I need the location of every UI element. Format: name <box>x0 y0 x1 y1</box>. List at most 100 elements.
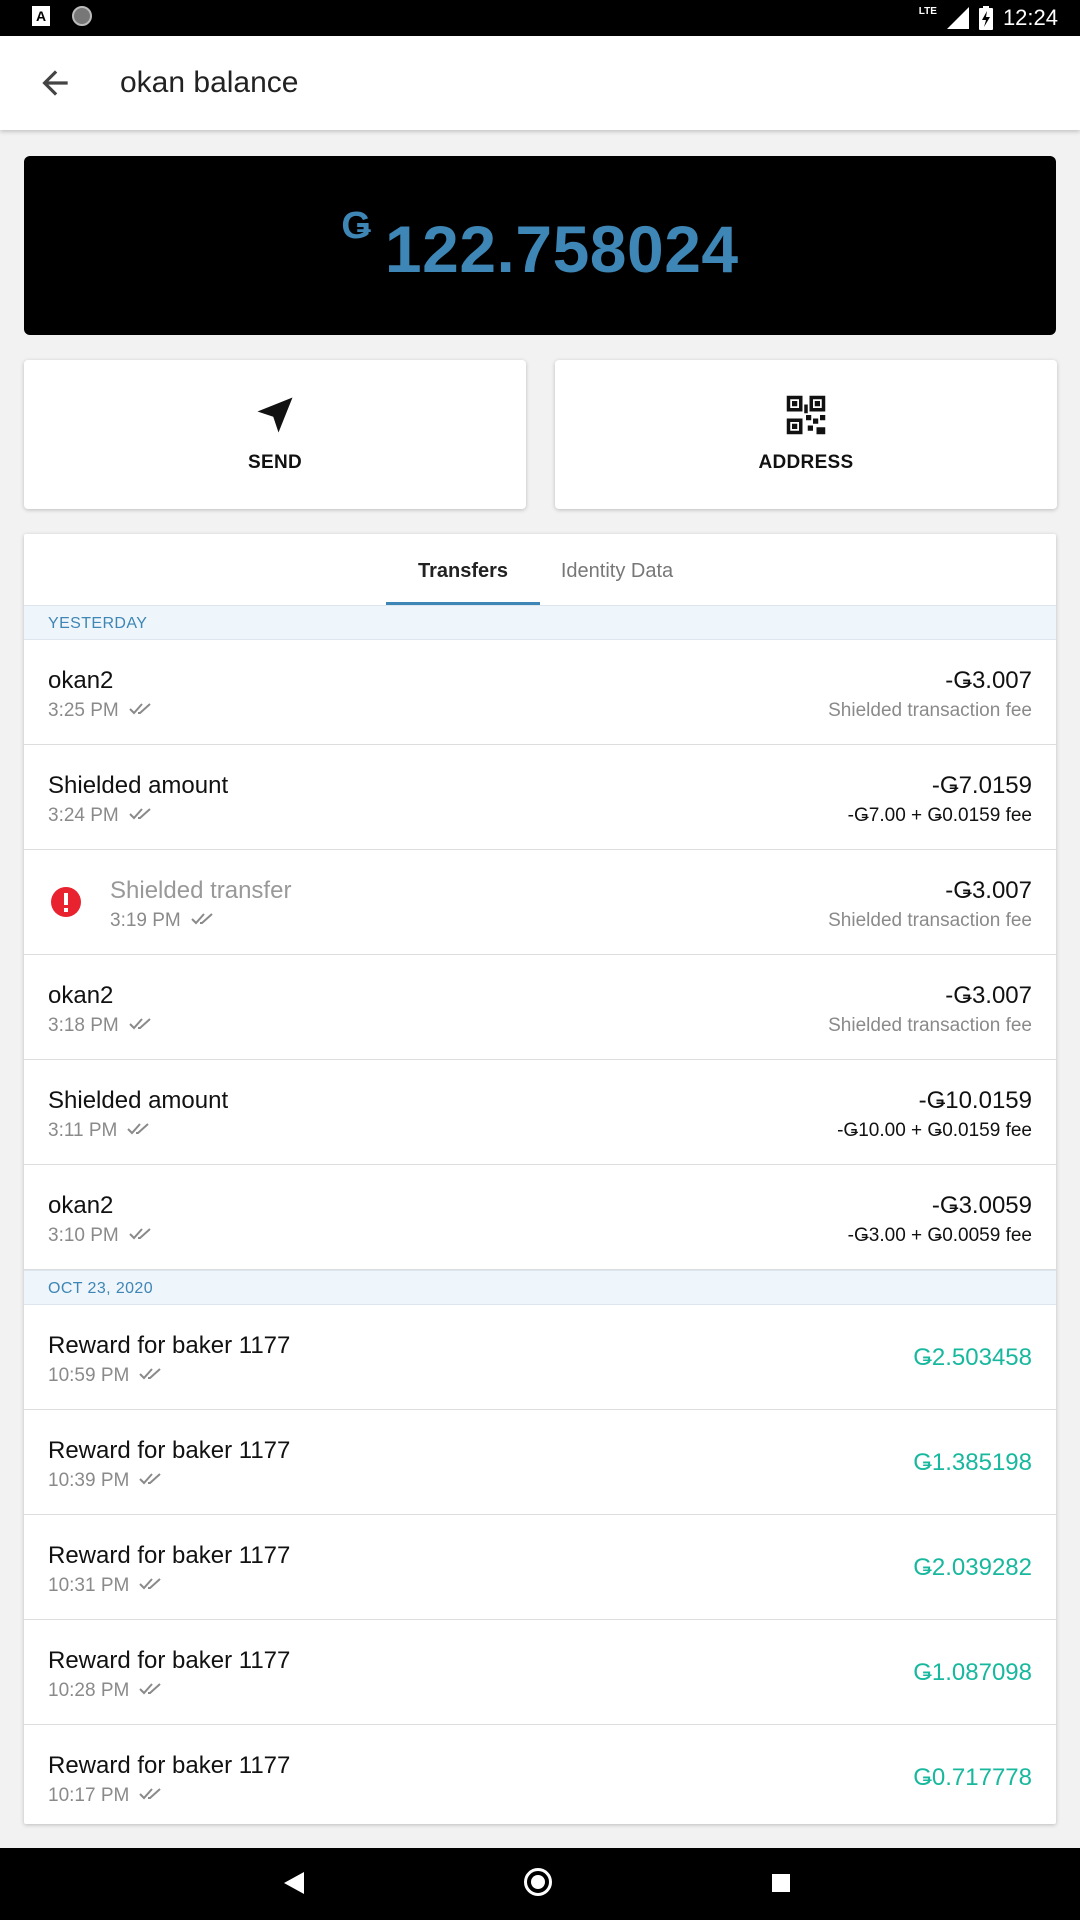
tab-bar: Transfers Identity Data <box>386 534 718 606</box>
transaction-amount: Ǥ1.087098 <box>913 1659 1032 1686</box>
send-button[interactable]: SEND <box>24 360 526 509</box>
transaction-time-row: 3:24 PM <box>48 803 153 829</box>
transaction-time: 3:10 PM <box>48 1225 119 1246</box>
transaction-title: Reward for baker 1177 <box>48 1542 291 1569</box>
transaction-time: 3:11 PM <box>48 1120 118 1141</box>
nav-back-icon[interactable] <box>284 1872 304 1894</box>
transaction-time: 10:39 PM <box>48 1470 130 1491</box>
transaction-amount: Ǥ0.717778 <box>913 1764 1032 1791</box>
transaction-row[interactable]: Reward for baker 1177 10:17 PM Ǥ0.717778 <box>24 1725 1056 1824</box>
double-check-icon <box>139 1783 163 1809</box>
double-check-icon <box>129 1013 153 1039</box>
nav-recents-icon[interactable] <box>772 1874 790 1892</box>
transaction-row[interactable]: Shielded amount 3:24 PM -Ǥ7.0159 -Ǥ7.00 + Ǥ… <box>24 745 1056 850</box>
transaction-title: Reward for baker 1177 <box>48 1332 291 1359</box>
transaction-time-row: 3:18 PM <box>48 1013 153 1039</box>
transaction-time-row: 3:19 PM <box>110 908 215 934</box>
transaction-time-row: 10:17 PM <box>48 1783 163 1809</box>
double-check-icon <box>139 1363 163 1389</box>
transaction-time: 10:28 PM <box>48 1680 130 1701</box>
back-arrow-icon[interactable] <box>36 64 74 102</box>
currency-symbol: Ǥ <box>341 204 371 247</box>
transaction-row[interactable]: Reward for baker 1177 10:28 PM Ǥ1.087098 <box>24 1620 1056 1725</box>
tab-transfers[interactable]: Transfers <box>386 534 540 605</box>
battery-charging-icon <box>978 6 993 30</box>
error-icon <box>51 887 81 917</box>
page-title: okan balance <box>120 66 299 99</box>
transaction-amount: Ǥ1.385198 <box>913 1449 1032 1476</box>
transaction-title: okan2 <box>48 667 114 694</box>
transaction-detail: Shielded transaction fee <box>828 1015 1032 1036</box>
transaction-time-row: 10:39 PM <box>48 1468 163 1494</box>
double-check-icon <box>139 1573 163 1599</box>
transaction-detail: -Ǥ10.00 + Ǥ0.0159 fee <box>837 1120 1032 1141</box>
qr-code-icon <box>786 395 826 435</box>
transaction-row[interactable]: Reward for baker 1177 10:59 PM Ǥ2.503458 <box>24 1305 1056 1410</box>
transaction-time: 10:17 PM <box>48 1785 130 1806</box>
navigation-bar <box>0 1848 1080 1920</box>
transaction-row[interactable]: Shielded transfer 3:19 PM -Ǥ3.007 Shielded … <box>24 850 1056 955</box>
tab-identity-data[interactable]: Identity Data <box>540 534 694 605</box>
transaction-amount: -Ǥ3.007 <box>945 877 1032 904</box>
transaction-amount: -Ǥ3.007 <box>945 667 1032 694</box>
address-button[interactable]: ADDRESS <box>555 360 1057 509</box>
transaction-title: okan2 <box>48 982 114 1009</box>
nav-home-icon[interactable] <box>524 1868 552 1896</box>
double-check-icon <box>129 1223 153 1249</box>
status-bar: A LTE 12:24 <box>0 0 1080 36</box>
transaction-time-row: 10:59 PM <box>48 1363 163 1389</box>
transaction-time: 3:24 PM <box>48 805 119 826</box>
transaction-title: Shielded amount <box>48 772 229 799</box>
transaction-detail: -Ǥ7.00 + Ǥ0.0159 fee <box>847 805 1032 826</box>
transaction-time-row: 10:28 PM <box>48 1678 163 1704</box>
transaction-time: 3:18 PM <box>48 1015 119 1036</box>
double-check-icon <box>191 908 215 934</box>
transaction-row[interactable]: Shielded amount 3:11 PM -Ǥ10.0159 -Ǥ10.00 +… <box>24 1060 1056 1165</box>
transaction-title: Reward for baker 1177 <box>48 1437 291 1464</box>
double-check-icon <box>129 698 153 724</box>
transaction-detail: -Ǥ3.00 + Ǥ0.0059 fee <box>847 1225 1032 1246</box>
address-label: ADDRESS <box>758 452 854 473</box>
double-check-icon <box>139 1468 163 1494</box>
balance-card: Ǥ 122.758024 <box>24 156 1056 335</box>
transaction-title: Shielded amount <box>48 1087 229 1114</box>
notification-a-icon: A <box>32 6 50 26</box>
section-header: OCT 23, 2020 <box>24 1270 1056 1305</box>
transaction-title: Reward for baker 1177 <box>48 1647 291 1674</box>
send-icon <box>257 397 293 433</box>
transaction-time-row: 3:10 PM <box>48 1223 153 1249</box>
transaction-row[interactable]: Reward for baker 1177 10:31 PM Ǥ2.039282 <box>24 1515 1056 1620</box>
transaction-time: 3:25 PM <box>48 700 119 721</box>
double-check-icon <box>139 1678 163 1704</box>
transaction-row[interactable]: okan2 3:10 PM -Ǥ3.0059 -Ǥ3.00 + Ǥ0.0059 fee <box>24 1165 1056 1270</box>
transaction-time-row: 10:31 PM <box>48 1573 163 1599</box>
transaction-row[interactable]: okan2 3:18 PM -Ǥ3.007 Shielded transaction … <box>24 955 1056 1060</box>
transaction-time-row: 3:25 PM <box>48 698 153 724</box>
clock: 12:24 <box>1002 5 1058 30</box>
network-type: LTE <box>918 6 937 17</box>
transfers-panel: Transfers Identity Data YESTERDAY okan2 3:… <box>24 534 1056 1824</box>
double-check-icon <box>127 1118 151 1144</box>
notification-circle-icon <box>72 6 92 26</box>
transaction-amount: -Ǥ7.0159 <box>931 772 1032 799</box>
transaction-title: okan2 <box>48 1192 114 1219</box>
transaction-title: Reward for baker 1177 <box>48 1752 291 1779</box>
transaction-time: 10:59 PM <box>48 1365 130 1386</box>
app-bar: okan balance <box>0 36 1080 130</box>
section-header: YESTERDAY <box>24 605 1056 640</box>
send-label: SEND <box>248 452 302 473</box>
transaction-row[interactable]: Reward for baker 1177 10:39 PM Ǥ1.385198 <box>24 1410 1056 1515</box>
transaction-detail: Shielded transaction fee <box>828 700 1032 721</box>
balance-amount: 122.758024 <box>384 211 739 286</box>
transaction-amount: Ǥ2.503458 <box>913 1344 1032 1371</box>
transaction-amount: -Ǥ3.0059 <box>931 1192 1032 1219</box>
transaction-row[interactable]: okan2 3:25 PM -Ǥ3.007 Shielded transaction … <box>24 640 1056 745</box>
transaction-amount: -Ǥ10.0159 <box>918 1087 1032 1114</box>
transaction-detail: Shielded transaction fee <box>828 910 1032 931</box>
signal-icon <box>946 7 969 29</box>
transaction-title: Shielded transfer <box>110 877 292 904</box>
transaction-amount: Ǥ2.039282 <box>913 1554 1032 1581</box>
transaction-amount: -Ǥ3.007 <box>945 982 1032 1009</box>
transaction-time-row: 3:11 PM <box>48 1118 151 1144</box>
transaction-time: 10:31 PM <box>48 1575 130 1596</box>
